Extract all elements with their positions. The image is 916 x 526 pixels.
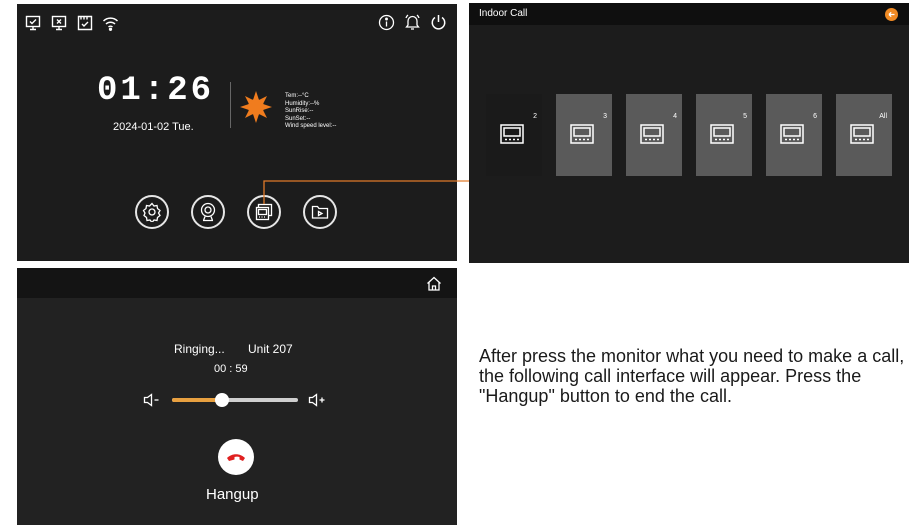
call-topbar [17, 268, 457, 298]
sd-card-icon [77, 15, 93, 31]
indoor-call-screen: Indoor Call 2 3 4 5 6 All [469, 3, 909, 263]
monitor-check-icon [25, 15, 41, 31]
home-icon [427, 276, 441, 291]
volume-up-button[interactable] [308, 393, 328, 407]
home-screen: 01:26 2024-01-02 Tue. Tem:--°C Humidity:… [17, 4, 457, 261]
weather-wind: Wind speed level:-- [285, 123, 337, 129]
clock-time: 01:26 [97, 72, 215, 110]
instruction-text: After press the monitor what you need to… [479, 346, 905, 406]
volume-slider-knob[interactable] [215, 393, 230, 407]
monitor-icon [640, 124, 664, 144]
back-icon [885, 8, 898, 21]
camera-button[interactable] [191, 195, 225, 229]
monitor-tile-label: 5 [743, 113, 747, 120]
settings-icon [142, 202, 162, 222]
monitor-tile-label: All [879, 113, 887, 120]
call-unit: Unit 207 [248, 342, 293, 356]
sun-icon [240, 91, 272, 123]
clock-date: 2024-01-02 Tue. [113, 121, 194, 133]
monitor-icon [570, 124, 594, 144]
monitor-tile[interactable]: 5 [696, 94, 752, 176]
volume-slider[interactable] [172, 393, 298, 407]
hangup-button[interactable] [218, 439, 254, 475]
divider [230, 82, 231, 128]
connector-arrow [263, 175, 484, 204]
settings-button[interactable] [135, 195, 169, 229]
monitor-tile[interactable]: 4 [626, 94, 682, 176]
monitor-x-icon [51, 15, 67, 31]
power-icon[interactable] [430, 13, 447, 31]
phone-hangup-icon [227, 454, 245, 461]
indoor-topbar [469, 3, 909, 25]
camera-icon [199, 202, 217, 222]
bell-icon[interactable] [404, 13, 421, 31]
calling-screen: Ringing... Unit 207 00 : 59 Hangup [17, 268, 457, 525]
monitor-tile-label: 2 [533, 113, 537, 120]
volume-up-icon [308, 393, 325, 407]
volume-down-button[interactable] [143, 393, 161, 407]
monitor-tile[interactable]: 6 [766, 94, 822, 176]
monitor-icon [780, 124, 804, 144]
wifi-icon [102, 15, 119, 31]
info-icon[interactable] [378, 14, 395, 31]
call-timer: 00 : 59 [214, 363, 248, 375]
monitor-tile-label: 4 [673, 113, 677, 120]
call-status: Ringing... [174, 342, 225, 356]
monitor-tile[interactable]: 3 [556, 94, 612, 176]
hangup-label: Hangup [206, 486, 259, 503]
monitor-tile[interactable]: 2 [486, 94, 542, 176]
monitor-icon [500, 124, 524, 144]
home-button[interactable] [426, 276, 442, 291]
indoor-title: Indoor Call [479, 8, 528, 19]
monitor-tile[interactable]: All [836, 94, 892, 176]
weather-sunset: SunSet:-- [285, 115, 311, 122]
weather-humidity: Humidity:--% [285, 100, 320, 107]
monitor-icon [710, 124, 734, 144]
weather-sunrise: SunRise:-- [285, 108, 314, 114]
weather-temp: Tem:--°C [285, 93, 309, 99]
monitor-tile-label: 3 [603, 113, 607, 120]
weather-info: Tem:--°C Humidity:--% SunRise:-- SunSet:… [285, 93, 336, 131]
volume-down-icon [143, 393, 159, 407]
monitor-tile-label: 6 [813, 113, 817, 120]
monitor-icon [850, 124, 874, 144]
back-button[interactable] [885, 8, 898, 21]
